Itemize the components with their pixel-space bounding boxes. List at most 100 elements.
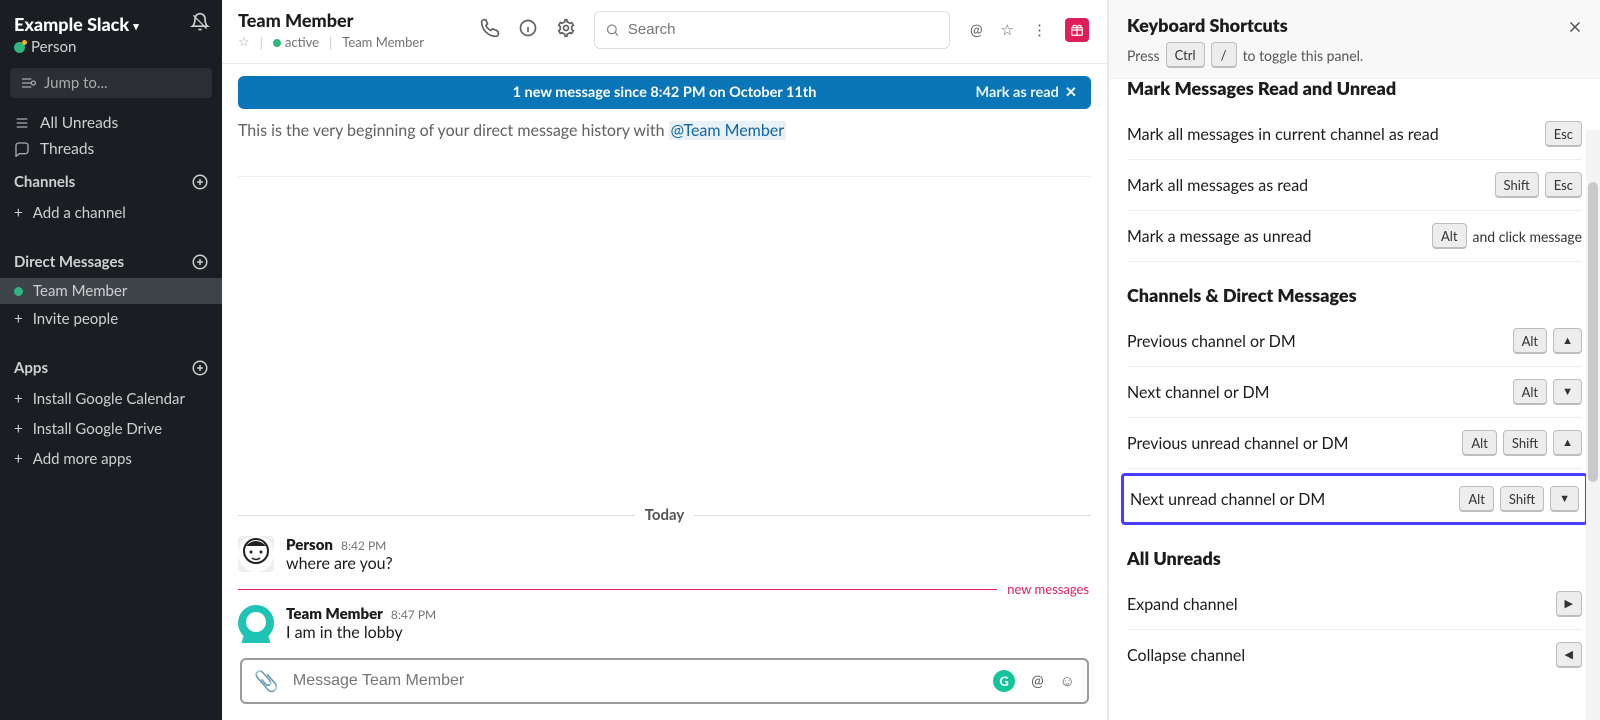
workspace-switcher[interactable]: Example Slack ▾ — [14, 13, 137, 35]
kbd: Esc — [1545, 121, 1582, 147]
keyboard-shortcuts-panel: Keyboard Shortcuts Press Ctrl / to toggl… — [1108, 0, 1600, 720]
mark-as-read-button[interactable]: Mark as read ✕ — [976, 84, 1078, 101]
current-user-name: Person — [31, 38, 76, 56]
kbd: Shift — [1500, 486, 1544, 512]
sidebar: Example Slack ▾ Person Jump to... All Un… — [0, 0, 222, 720]
jump-to-label: Jump to... — [44, 74, 108, 92]
more-icon[interactable]: ⋮ — [1032, 21, 1047, 39]
add-channel[interactable]: + Add a channel — [0, 198, 222, 228]
emoji-icon[interactable]: ☺ — [1060, 672, 1075, 690]
add-app-icon[interactable] — [190, 358, 210, 378]
star-outline-icon[interactable]: ☆ — [1001, 21, 1014, 39]
message[interactable]: Team Member 8:47 PM I am in the lobby — [222, 599, 1107, 648]
hint-prefix: Press — [1127, 47, 1160, 64]
dm-header[interactable]: Direct Messages — [0, 242, 222, 278]
shortcut-label: Previous channel or DM — [1127, 332, 1296, 351]
app-google-drive[interactable]: + Install Google Drive — [0, 414, 222, 444]
gift-icon[interactable] — [1065, 18, 1089, 42]
kbd: Alt — [1513, 328, 1548, 354]
shortcuts-title: Keyboard Shortcuts — [1127, 14, 1582, 36]
search-input[interactable] — [594, 11, 950, 49]
jump-to[interactable]: Jump to... — [10, 68, 212, 98]
new-messages-label: new messages — [1007, 581, 1091, 597]
kbd: Shift — [1495, 172, 1539, 198]
beginning-prefix: This is the very beginning of your direc… — [238, 121, 669, 140]
apps-header-label: Apps — [14, 359, 48, 377]
search-field[interactable] — [628, 21, 939, 38]
day-divider-label: Today — [645, 506, 685, 524]
kbd-arrow-down-icon: ▼ — [1550, 486, 1579, 512]
mention-icon[interactable]: @ — [1031, 672, 1044, 690]
avatar[interactable] — [238, 536, 274, 572]
user-presence[interactable]: Person — [0, 38, 222, 68]
bell-icon[interactable] — [190, 12, 210, 36]
hint-suffix: to toggle this panel. — [1243, 47, 1364, 64]
chat: 1 new message since 8:42 PM on October 1… — [222, 64, 1107, 720]
jump-icon — [20, 75, 36, 91]
star-icon[interactable]: ☆ — [238, 33, 250, 50]
shortcut-label: Mark a message as unread — [1127, 227, 1312, 246]
shortcut-row: Next channel or DM Alt ▼ — [1127, 367, 1582, 418]
shortcut-row: Collapse channel ◀ — [1127, 630, 1582, 680]
add-dm-icon[interactable] — [190, 252, 210, 272]
shortcut-row-highlighted: Next unread channel or DM Alt Shift ▼ — [1121, 473, 1588, 525]
channels-header-label: Channels — [14, 173, 75, 191]
app-label: Install Google Calendar — [33, 390, 185, 408]
message-author: Team Member — [286, 605, 383, 623]
close-icon[interactable]: ✕ — [1065, 84, 1077, 101]
invite-people[interactable]: + Invite people — [0, 304, 222, 334]
shortcuts-body[interactable]: Mark Messages Read and Unread Mark all m… — [1109, 79, 1600, 720]
shortcut-row: Mark a message as unread Alt and click m… — [1127, 211, 1582, 262]
message-body: I am in the lobby — [286, 623, 436, 642]
app-add-more[interactable]: + Add more apps — [0, 444, 222, 474]
section-title: All Unreads — [1127, 547, 1582, 569]
dm-header-label: Direct Messages — [14, 253, 124, 271]
kbd-arrow-down-icon: ▼ — [1553, 379, 1582, 405]
all-unreads-label: All Unreads — [40, 114, 118, 132]
dm-item-team-member[interactable]: Team Member — [0, 278, 222, 304]
apps-header[interactable]: Apps — [0, 348, 222, 384]
plus-icon: + — [14, 310, 23, 328]
close-icon[interactable] — [1566, 18, 1584, 40]
attach-icon[interactable]: 📎 — [254, 669, 279, 693]
app-google-calendar[interactable]: + Install Google Calendar — [0, 384, 222, 414]
message-body: where are you? — [286, 554, 393, 573]
kbd: Alt — [1459, 486, 1494, 512]
kbd: Ctrl — [1166, 42, 1205, 68]
message[interactable]: Person 8:42 PM where are you? — [222, 530, 1107, 579]
message-composer[interactable]: 📎 G @ ☺ — [240, 658, 1089, 704]
shortcut-label: Previous unread channel or DM — [1127, 434, 1349, 453]
avatar[interactable] — [238, 605, 274, 641]
workspace-name: Example Slack — [14, 13, 129, 35]
all-unreads[interactable]: All Unreads — [0, 110, 222, 136]
mentions-icon[interactable]: @ — [970, 21, 983, 39]
app-label: Install Google Drive — [33, 420, 162, 438]
shortcuts-hint: Press Ctrl / to toggle this panel. — [1127, 42, 1582, 68]
phone-icon[interactable] — [480, 18, 500, 42]
mark-as-read-label: Mark as read — [976, 84, 1059, 101]
plus-icon: + — [14, 204, 23, 222]
topbar: Team Member ☆ | active | Team Member @ ☆… — [222, 0, 1107, 64]
scrollbar[interactable] — [1586, 130, 1600, 720]
channels-header[interactable]: Channels — [0, 162, 222, 198]
add-channel-icon[interactable] — [190, 172, 210, 192]
channel-title: Team Member — [238, 9, 468, 31]
presence-dot-icon — [14, 42, 25, 53]
plus-icon: + — [14, 450, 23, 468]
threads-label: Threads — [40, 140, 94, 158]
composer-input[interactable] — [293, 672, 979, 690]
mention[interactable]: @Team Member — [669, 121, 786, 140]
kbd: Alt — [1462, 430, 1497, 456]
shortcut-note: and click message — [1473, 228, 1582, 245]
kbd: Esc — [1545, 172, 1582, 198]
shortcut-label: Mark all messages as read — [1127, 176, 1308, 195]
grammarly-icon[interactable]: G — [993, 670, 1015, 692]
section-title: Channels & Direct Messages — [1127, 284, 1582, 306]
threads[interactable]: Threads — [0, 136, 222, 162]
new-message-banner[interactable]: 1 new message since 8:42 PM on October 1… — [238, 76, 1091, 109]
info-icon[interactable] — [518, 18, 538, 42]
scrollbar-thumb[interactable] — [1588, 182, 1598, 482]
shortcut-row: Mark all messages as read Shift Esc — [1127, 160, 1582, 211]
threads-icon — [14, 141, 30, 157]
gear-icon[interactable] — [556, 18, 576, 42]
